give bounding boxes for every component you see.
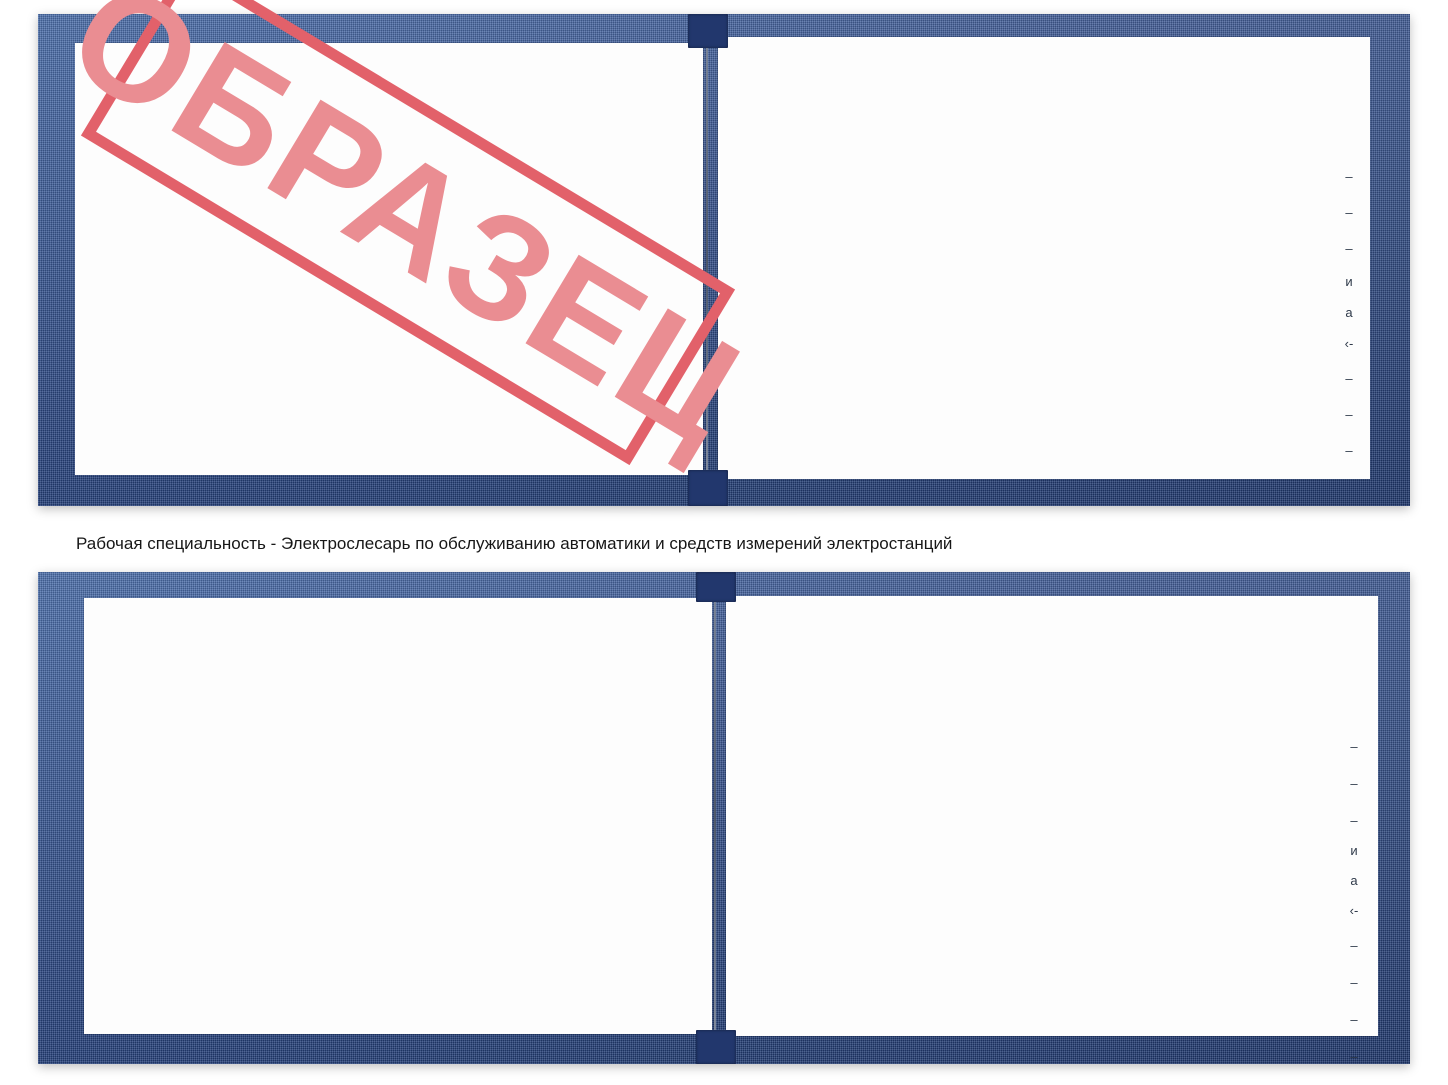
bottom-left-page bbox=[84, 598, 712, 1034]
edge-glyph: – bbox=[1345, 371, 1353, 386]
edge-glyph: ‹- bbox=[1349, 903, 1359, 918]
edge-glyph: – bbox=[1345, 241, 1353, 256]
edge-glyph: и bbox=[1345, 274, 1353, 289]
top-edge-glyph-column: – – – и а ‹- – – – bbox=[1338, 170, 1360, 457]
bottom-spine bbox=[714, 600, 716, 1034]
bottom-spine-tab-upper bbox=[696, 572, 736, 602]
top-left-page bbox=[75, 43, 703, 475]
top-spine-tab-lower bbox=[688, 470, 728, 506]
top-right-page bbox=[718, 37, 1370, 479]
caption-text: Рабочая специальность - Электрослесарь п… bbox=[76, 534, 953, 553]
edge-glyph: – bbox=[1350, 975, 1358, 990]
edge-glyph: – bbox=[1350, 813, 1358, 828]
top-spine bbox=[706, 44, 708, 476]
bottom-edge-glyph-column: – – – и а ‹- – – – – bbox=[1343, 740, 1365, 1063]
edge-glyph: – bbox=[1345, 407, 1353, 422]
edge-glyph: – bbox=[1350, 776, 1358, 791]
edge-glyph: – bbox=[1350, 1012, 1358, 1027]
bottom-spine-tab-lower bbox=[696, 1030, 736, 1064]
top-spine-tab-upper bbox=[688, 14, 728, 48]
edge-glyph: – bbox=[1350, 1049, 1358, 1064]
edge-glyph: – bbox=[1345, 169, 1353, 184]
edge-glyph: а bbox=[1350, 873, 1358, 888]
edge-glyph: – bbox=[1345, 205, 1353, 220]
edge-glyph: и bbox=[1350, 843, 1358, 858]
edge-glyph: ‹- bbox=[1344, 336, 1354, 351]
edge-glyph: – bbox=[1350, 739, 1358, 754]
edge-glyph: – bbox=[1345, 443, 1353, 458]
edge-glyph: а bbox=[1345, 305, 1353, 320]
edge-glyph: – bbox=[1350, 938, 1358, 953]
bottom-right-page bbox=[726, 596, 1378, 1036]
